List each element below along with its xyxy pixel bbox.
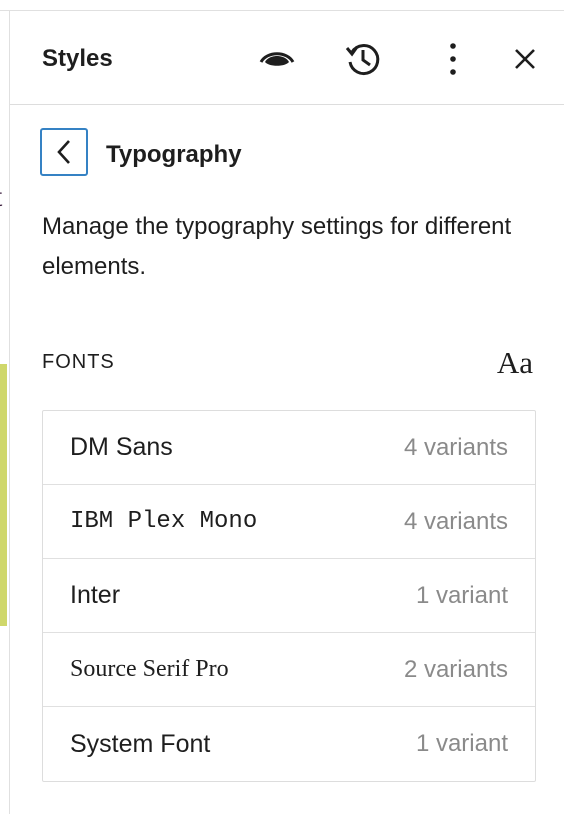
- font-item-dm-sans[interactable]: DM Sans 4 variants: [43, 411, 535, 485]
- eye-icon: [259, 52, 295, 66]
- font-variant-count: 1 variant: [415, 730, 508, 757]
- font-variant-count: 1 variant: [415, 581, 508, 609]
- style-book-button[interactable]: [255, 37, 299, 81]
- editor-canvas-edge: t: [0, 0, 9, 814]
- close-icon: [515, 49, 535, 69]
- font-list: DM Sans 4 variants IBM Plex Mono 4 varia…: [42, 410, 536, 782]
- font-item-inter[interactable]: Inter 1 variant: [43, 559, 535, 633]
- font-variant-count: 2 variants: [403, 655, 508, 683]
- font-variant-count: 4 variants: [403, 433, 508, 461]
- section-title: Typography: [106, 141, 242, 168]
- revisions-button[interactable]: [341, 37, 385, 81]
- font-name: Source Serif Pro: [70, 656, 229, 682]
- font-variant-count: 4 variants: [403, 507, 508, 535]
- font-item-system-font[interactable]: System Font 1 variant: [43, 707, 535, 781]
- chevron-left-icon: [57, 140, 70, 164]
- close-sidebar-button[interactable]: [503, 37, 547, 81]
- more-options-button[interactable]: [431, 37, 475, 81]
- more-vertical-icon: [450, 43, 456, 75]
- fonts-heading: FONTS: [42, 351, 115, 373]
- styles-sidebar: Styles Typography Manage the typography …: [9, 11, 564, 814]
- canvas-text-fragment: t: [0, 180, 2, 214]
- font-name: IBM Plex Mono: [70, 508, 258, 535]
- font-name: DM Sans: [70, 433, 173, 461]
- manage-fonts-icon[interactable]: Aa: [497, 345, 533, 381]
- font-name: Inter: [70, 581, 121, 609]
- section-description: Manage the typography settings for diffe…: [42, 213, 512, 280]
- sidebar-title: Styles: [42, 45, 113, 72]
- font-item-ibm-plex-mono[interactable]: IBM Plex Mono 4 variants: [43, 485, 535, 559]
- font-name: System Font: [70, 729, 211, 758]
- back-button[interactable]: [40, 128, 88, 176]
- sidebar-header: Styles: [10, 11, 564, 105]
- font-item-source-serif-pro[interactable]: Source Serif Pro 2 variants: [43, 633, 535, 707]
- canvas-accent-block: [0, 364, 7, 626]
- history-icon: [345, 44, 380, 76]
